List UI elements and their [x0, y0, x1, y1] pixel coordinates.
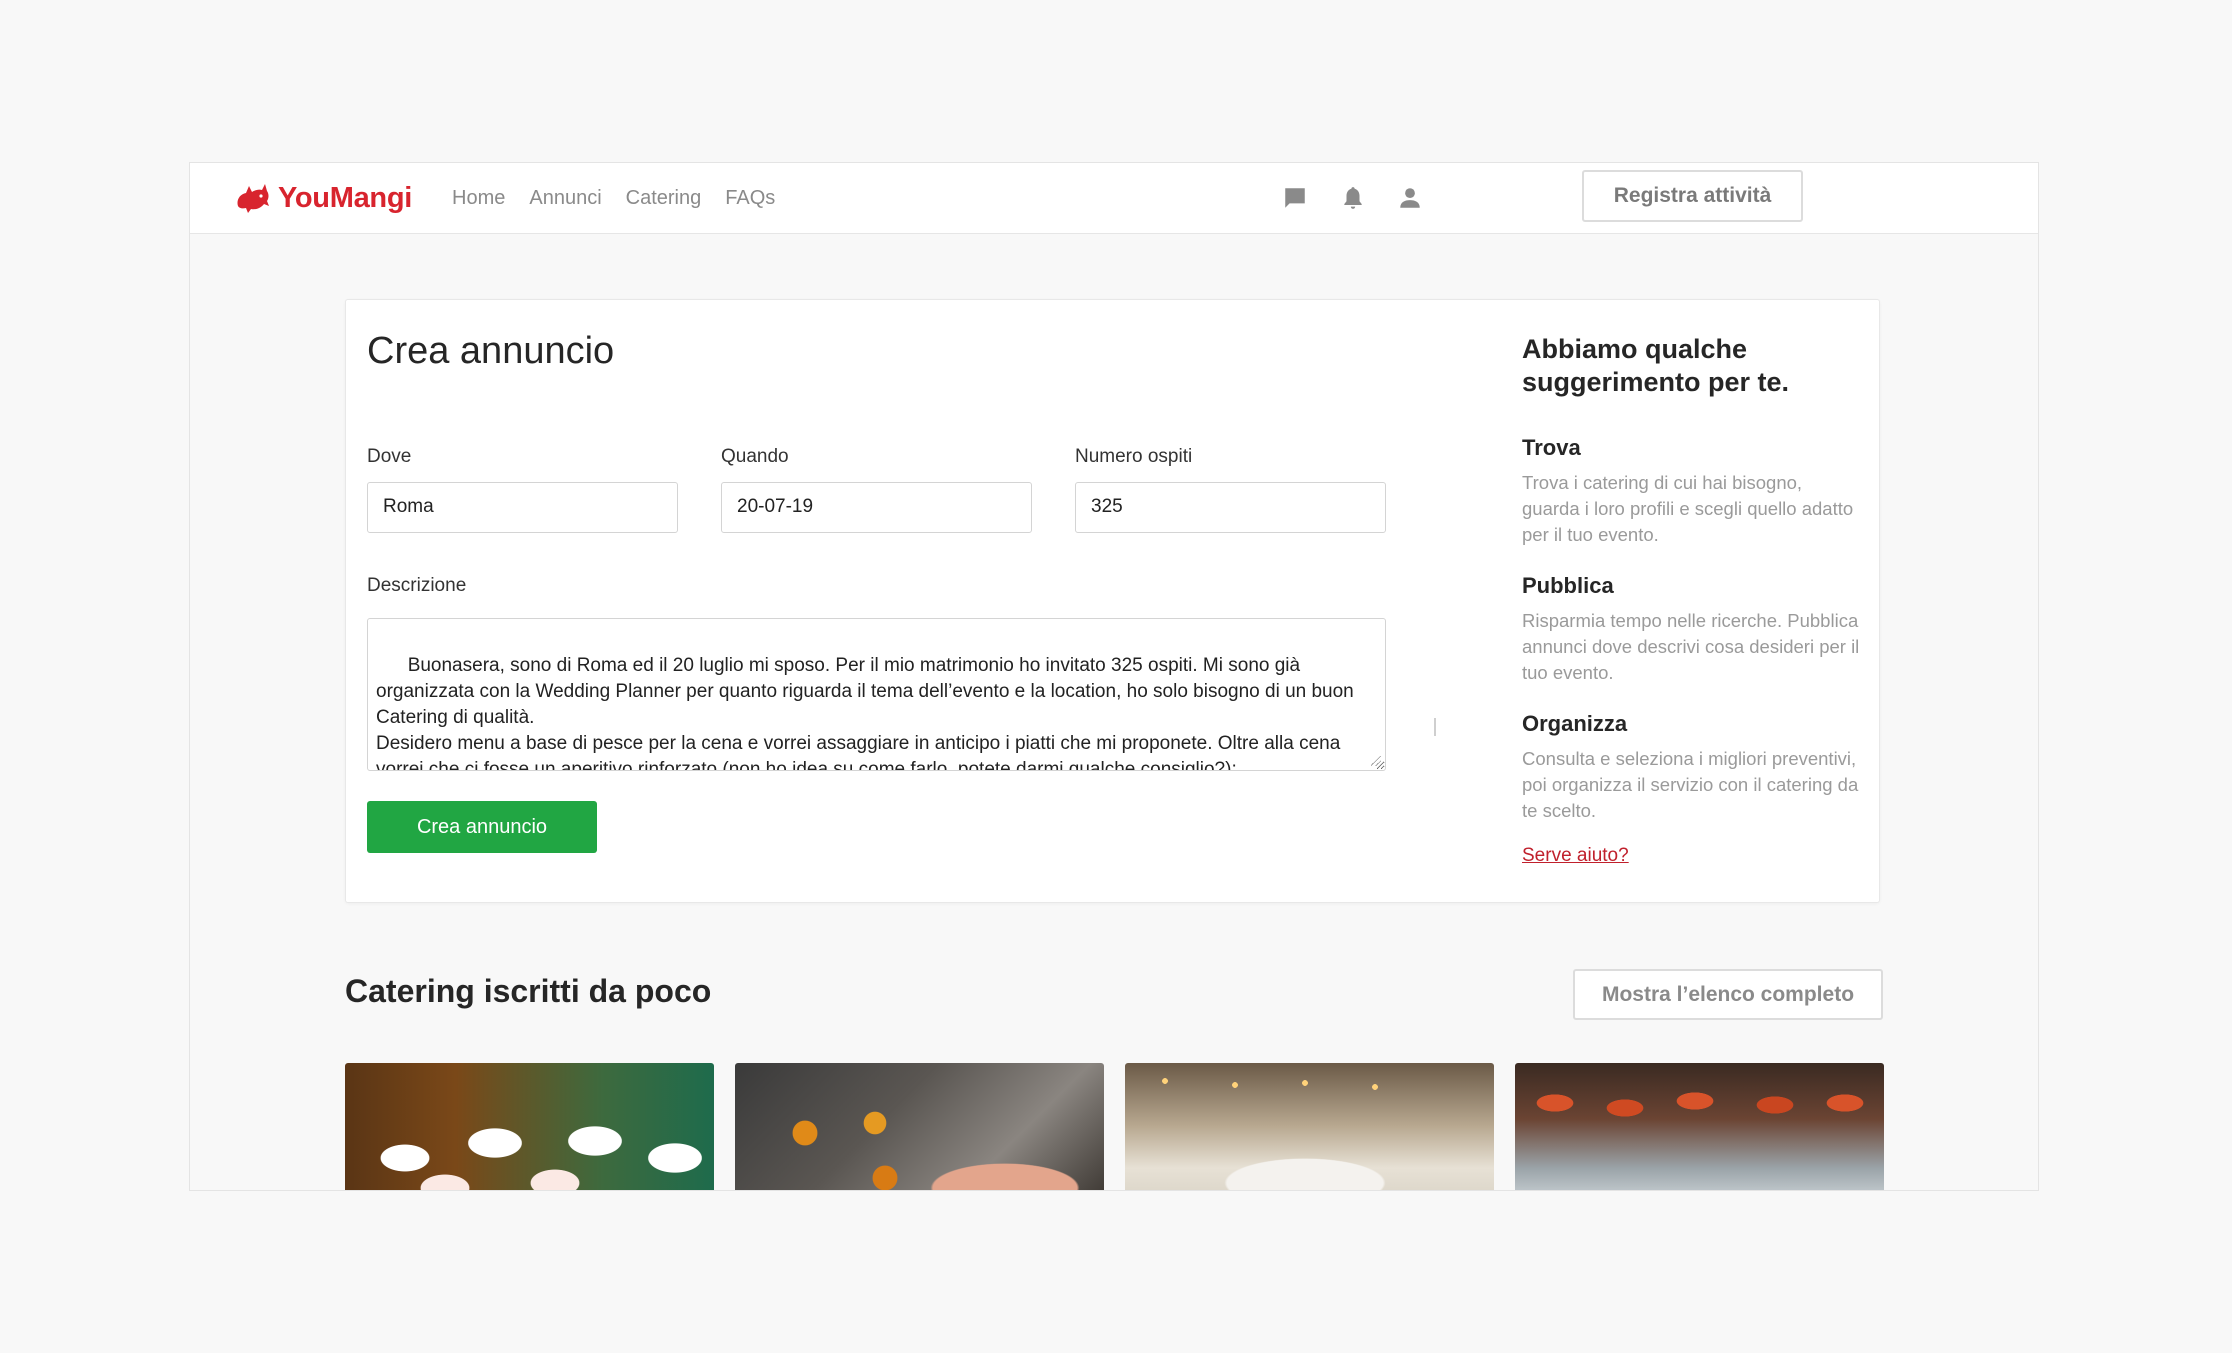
nav-item-annunci[interactable]: Annunci	[529, 183, 601, 213]
help-link[interactable]: Serve aiuto?	[1522, 845, 1629, 867]
chat-icon[interactable]	[1280, 183, 1310, 213]
when-field[interactable]: 20-07-19	[721, 482, 1032, 533]
suggestion-heading-trova: Trova	[1522, 435, 1581, 460]
register-business-button[interactable]: Registra attività	[1582, 170, 1803, 222]
where-label: Dove	[367, 446, 412, 467]
catering-card-image[interactable]	[1125, 1063, 1494, 1190]
catering-card-image[interactable]	[345, 1063, 714, 1190]
app-window: YouMangi Home Annunci Catering FAQs Regi…	[189, 162, 2039, 1191]
nav-item-faqs[interactable]: FAQs	[725, 183, 775, 213]
recent-caterings-title: Catering iscritti da poco	[345, 973, 712, 1009]
create-listing-button[interactable]: Crea annuncio	[367, 801, 597, 853]
nav-item-catering[interactable]: Catering	[626, 183, 702, 213]
bell-icon[interactable]	[1338, 183, 1368, 213]
main-nav: Home Annunci Catering FAQs	[452, 183, 775, 213]
when-label: Quando	[721, 446, 789, 467]
suggestion-heading-pubblica: Pubblica	[1522, 573, 1614, 598]
brand-name: YouMangi	[278, 181, 412, 214]
page-title: Crea annuncio	[367, 330, 615, 372]
show-all-button[interactable]: Mostra l’elenco completo	[1573, 969, 1883, 1020]
suggestion-text-organizza: Consulta e seleziona i migliori preventi…	[1522, 748, 1859, 821]
description-label: Descrizione	[367, 575, 467, 596]
catering-card-image[interactable]	[1515, 1063, 1884, 1190]
text-cursor	[1434, 718, 1436, 736]
guests-label: Numero ospiti	[1075, 446, 1193, 467]
create-listing-card: Crea annuncio Dove Roma Quando 20-07-19 …	[345, 299, 1880, 903]
suggestions-title: Abbiamo qualche suggerimento per te.	[1522, 334, 1790, 397]
suggestion-heading-organizza: Organizza	[1522, 711, 1628, 736]
nav-item-home[interactable]: Home	[452, 183, 505, 213]
guests-field[interactable]: 325	[1075, 482, 1386, 533]
user-icon[interactable]	[1395, 183, 1425, 213]
where-field[interactable]: Roma	[367, 482, 678, 533]
rhino-icon	[232, 176, 272, 221]
description-text: Buonasera, sono di Roma ed il 20 luglio …	[376, 655, 1354, 771]
top-navbar: YouMangi Home Annunci Catering FAQs Regi…	[190, 163, 2038, 234]
brand-logo[interactable]: YouMangi	[232, 177, 412, 219]
description-textarea[interactable]: Buonasera, sono di Roma ed il 20 luglio …	[367, 618, 1386, 771]
catering-card-image[interactable]	[735, 1063, 1104, 1190]
suggestion-text-pubblica: Risparmia tempo nelle ricerche. Pubblica…	[1522, 610, 1860, 683]
suggestion-text-trova: Trova i catering di cui hai bisogno, gua…	[1522, 472, 1854, 545]
resize-handle-icon[interactable]	[1371, 756, 1381, 766]
